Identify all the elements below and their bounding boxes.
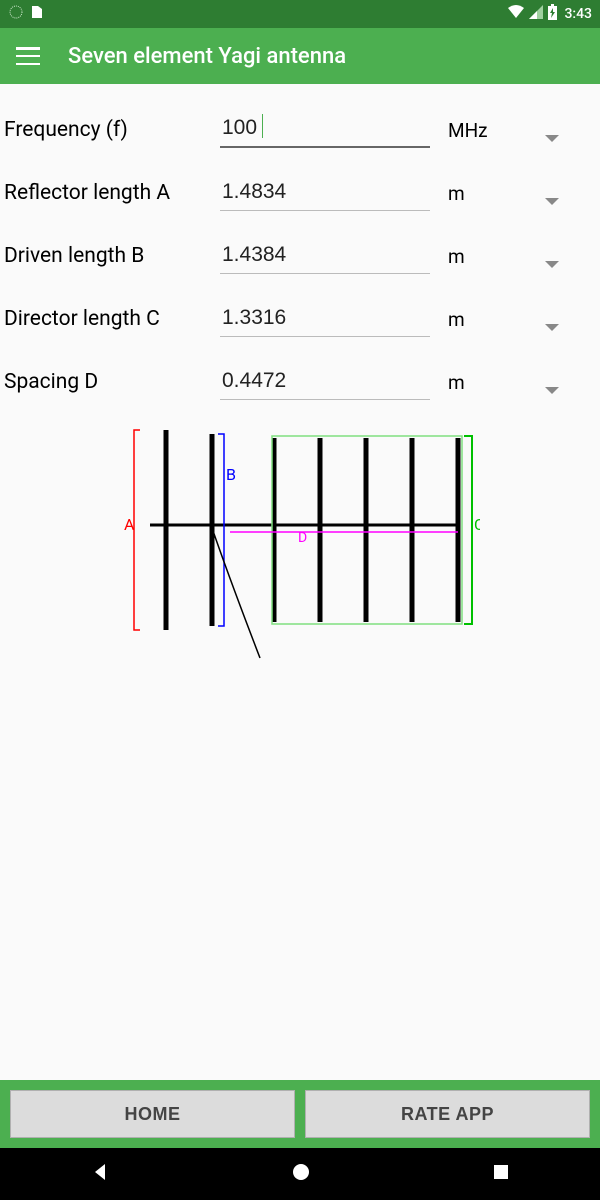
input-frequency[interactable] bbox=[220, 112, 430, 148]
label-reflector: Reflector length A bbox=[4, 181, 220, 211]
label-director: Director length C bbox=[4, 307, 220, 337]
label-frequency: Frequency (f) bbox=[4, 118, 220, 148]
page-title: Seven element Yagi antenna bbox=[68, 44, 346, 69]
label-driven: Driven length B bbox=[4, 244, 220, 274]
status-bar: 3:43 bbox=[0, 0, 600, 28]
unit-reflector[interactable]: m bbox=[430, 182, 530, 211]
circle-icon bbox=[8, 4, 24, 24]
input-spacing[interactable] bbox=[220, 365, 430, 400]
unit-driven[interactable]: m bbox=[430, 245, 530, 274]
input-driven[interactable] bbox=[220, 239, 430, 274]
dropdown-driven[interactable] bbox=[530, 261, 574, 274]
app-bar: Seven element Yagi antenna bbox=[0, 28, 600, 84]
back-icon[interactable] bbox=[89, 1161, 111, 1187]
text-cursor bbox=[262, 114, 263, 138]
diagram-label-b: B bbox=[226, 465, 236, 484]
battery-icon bbox=[547, 4, 558, 24]
rate-app-button[interactable]: RATE APP bbox=[305, 1090, 590, 1138]
row-frequency: Frequency (f) MHz bbox=[4, 98, 596, 162]
wifi-icon bbox=[507, 5, 525, 23]
chevron-down-icon bbox=[545, 261, 559, 268]
diagram-label-c: C bbox=[474, 515, 480, 534]
unit-spacing[interactable]: m bbox=[430, 371, 530, 400]
chevron-down-icon bbox=[545, 324, 559, 331]
menu-icon[interactable] bbox=[16, 47, 40, 65]
antenna-diagram: A B C D bbox=[4, 420, 596, 670]
diagram-label-d: D bbox=[298, 530, 307, 546]
home-icon[interactable] bbox=[290, 1161, 312, 1187]
android-nav-bar bbox=[0, 1148, 600, 1200]
chevron-down-icon bbox=[545, 135, 559, 142]
row-spacing: Spacing D m bbox=[4, 351, 596, 414]
dropdown-director[interactable] bbox=[530, 324, 574, 337]
sd-card-icon bbox=[30, 4, 44, 24]
bottom-bar: HOME RATE APP bbox=[0, 1080, 600, 1148]
input-director[interactable] bbox=[220, 302, 430, 337]
status-time: 3:43 bbox=[564, 6, 592, 22]
unit-director[interactable]: m bbox=[430, 308, 530, 337]
input-reflector[interactable] bbox=[220, 176, 430, 211]
row-driven: Driven length B m bbox=[4, 225, 596, 288]
diagram-label-a: A bbox=[124, 515, 135, 534]
dropdown-frequency[interactable] bbox=[530, 135, 574, 148]
main-content: Frequency (f) MHz Reflector length A m D… bbox=[0, 84, 600, 1080]
recent-icon[interactable] bbox=[491, 1162, 511, 1186]
signal-icon bbox=[529, 5, 543, 23]
unit-frequency[interactable]: MHz bbox=[430, 119, 530, 148]
chevron-down-icon bbox=[545, 387, 559, 394]
dropdown-spacing[interactable] bbox=[530, 387, 574, 400]
chevron-down-icon bbox=[545, 198, 559, 205]
row-director: Director length C m bbox=[4, 288, 596, 351]
label-spacing: Spacing D bbox=[4, 370, 220, 400]
home-button[interactable]: HOME bbox=[10, 1090, 295, 1138]
row-reflector: Reflector length A m bbox=[4, 162, 596, 225]
dropdown-reflector[interactable] bbox=[530, 198, 574, 211]
